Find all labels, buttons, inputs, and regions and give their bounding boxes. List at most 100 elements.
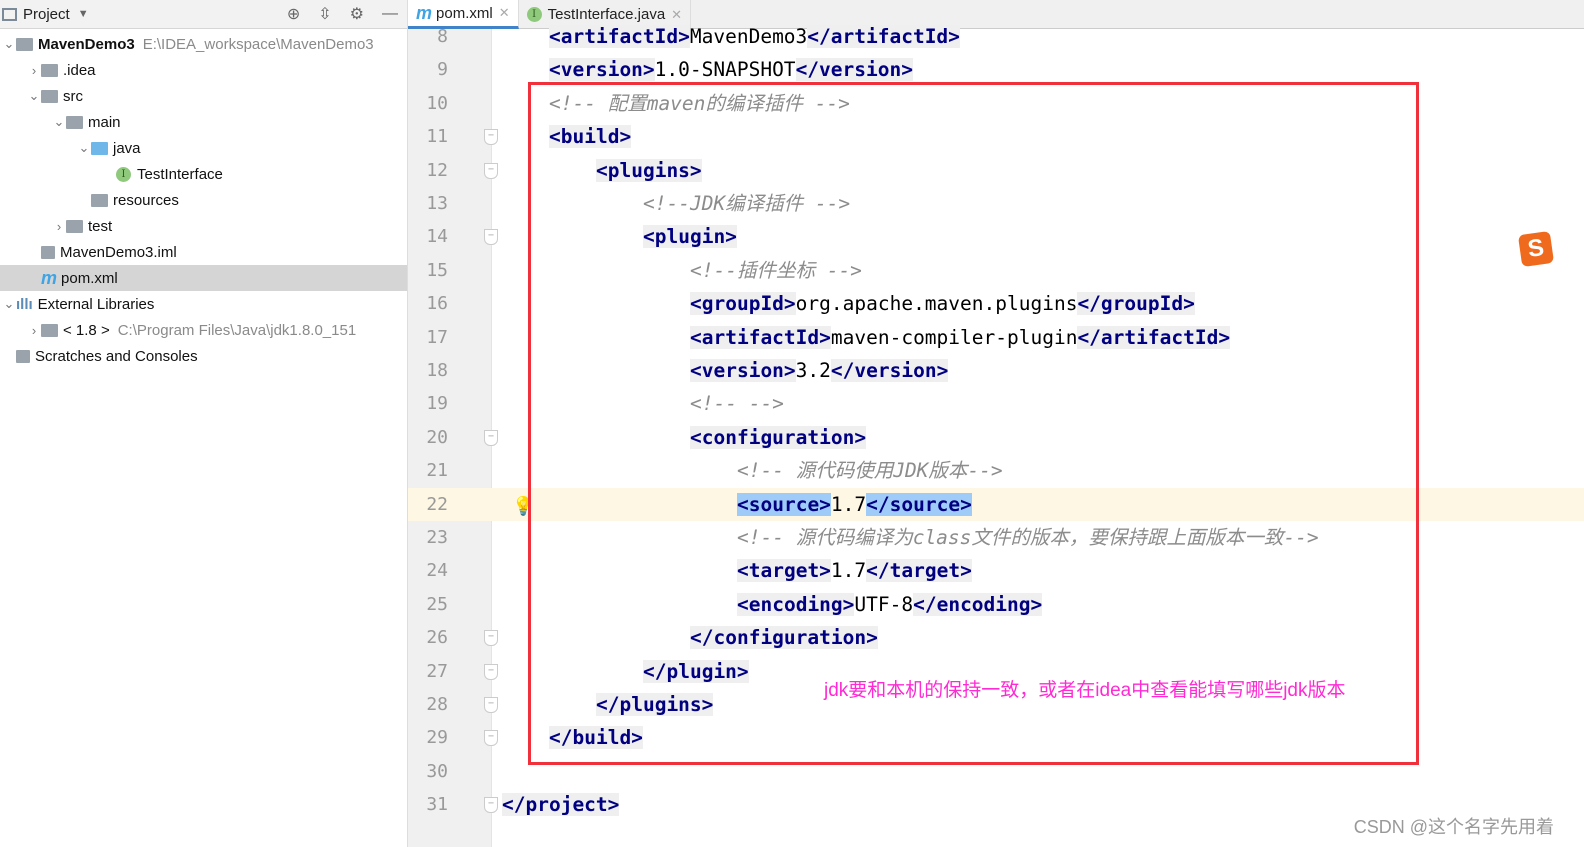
chevron-down-icon[interactable]: ⌄ bbox=[52, 114, 66, 130]
line-number: 11 bbox=[426, 126, 448, 148]
collapse-all-icon[interactable]: ⇳ bbox=[318, 4, 331, 24]
chevron-right-icon[interactable]: › bbox=[52, 219, 66, 234]
maven-icon: m bbox=[41, 267, 58, 288]
tree-item[interactable]: I TestInterface bbox=[0, 161, 407, 187]
folder-icon bbox=[41, 89, 58, 103]
tree-item-label: TestInterface bbox=[137, 165, 223, 183]
xml-tag: <artifactId> bbox=[549, 25, 690, 48]
fold-icon[interactable]: − bbox=[484, 697, 498, 713]
line-number: 15 bbox=[426, 259, 448, 281]
line-number: 12 bbox=[426, 159, 448, 181]
line-number: 9 bbox=[437, 59, 448, 81]
line-number: 14 bbox=[426, 226, 448, 248]
tree-item[interactable]: resources bbox=[0, 187, 407, 213]
code-text: <artifactId>MavenDemo3</artifactId> bbox=[549, 20, 960, 53]
code-text: </project> bbox=[502, 788, 620, 821]
tree-item-label: main bbox=[88, 113, 121, 131]
chevron-down-icon[interactable]: ⌄ bbox=[2, 296, 16, 312]
tree-item[interactable]: ⌄ MavenDemo3 E:\IDEA_workspace\MavenDemo3 bbox=[0, 31, 407, 57]
tree-item-label: java bbox=[113, 139, 141, 157]
fold-icon[interactable]: − bbox=[484, 630, 498, 647]
locate-icon[interactable]: ⊕ bbox=[287, 4, 300, 24]
tab-label: pom.xml bbox=[436, 4, 493, 22]
line-number: 10 bbox=[426, 92, 448, 114]
project-view-icon bbox=[2, 7, 17, 21]
line-number: 29 bbox=[426, 727, 448, 749]
annotation-note: jdk要和本机的保持一致，或者在idea中查看能填写哪些jdk版本 bbox=[824, 680, 1346, 701]
line-number: 25 bbox=[426, 593, 448, 615]
line-number: 31 bbox=[426, 794, 448, 816]
sogou-ime-icon[interactable]: S bbox=[1517, 230, 1555, 268]
tree-item[interactable]: ⌄ java bbox=[0, 135, 407, 161]
tree-item[interactable]: › < 1.8 > C:\Program Files\Java\jdk1.8.0_1… bbox=[0, 317, 407, 343]
minimize-icon[interactable]: — bbox=[382, 5, 398, 23]
module-folder-icon bbox=[16, 37, 33, 51]
folder-icon bbox=[66, 115, 83, 129]
tree-item[interactable]: › .idea bbox=[0, 57, 407, 83]
tree-item-label: < 1.8 > bbox=[63, 321, 110, 339]
tree-item-label: Scratches and Consoles bbox=[35, 347, 198, 365]
folder-icon bbox=[66, 219, 83, 233]
tree-item-label: test bbox=[88, 217, 113, 235]
line-number: 8 bbox=[437, 26, 448, 47]
tree-item-label: src bbox=[63, 87, 83, 105]
tree-item[interactable]: ⌄ ıllı External Libraries bbox=[0, 291, 407, 317]
folder-icon bbox=[41, 63, 58, 77]
line-number: 21 bbox=[426, 460, 448, 482]
xml-tag: </artifactId> bbox=[807, 25, 960, 48]
line-number: 24 bbox=[426, 560, 448, 582]
tree-item-label: pom.xml bbox=[61, 269, 118, 287]
project-panel-header: Project ▼ ⊕ ⇳ ⚙ — bbox=[0, 0, 407, 29]
tree-item[interactable]: MavenDemo3.iml bbox=[0, 239, 407, 265]
gear-icon[interactable]: ⚙ bbox=[350, 4, 364, 24]
fold-icon[interactable]: − bbox=[484, 429, 498, 446]
libraries-icon: ıllı bbox=[16, 295, 33, 313]
tree-item[interactable]: m pom.xml bbox=[0, 265, 407, 291]
line-number: 22 bbox=[426, 493, 448, 515]
xml-tag: </project> bbox=[502, 793, 620, 817]
line-number: 20 bbox=[426, 426, 448, 448]
highlight-box bbox=[528, 82, 1419, 765]
tree-item-path: C:\Program Files\Java\jdk1.8.0_151 bbox=[117, 321, 357, 339]
tree-item[interactable]: ⌄ main bbox=[0, 109, 407, 135]
chevron-right-icon[interactable]: › bbox=[27, 323, 41, 338]
line-number: 30 bbox=[426, 760, 448, 782]
line-number: 19 bbox=[426, 393, 448, 415]
tree-item-label: MavenDemo3.iml bbox=[60, 243, 177, 261]
close-icon[interactable]: ✕ bbox=[499, 5, 510, 21]
tree-item[interactable]: › test bbox=[0, 213, 407, 239]
line-number: 18 bbox=[426, 360, 448, 381]
fold-icon[interactable]: − bbox=[484, 162, 498, 179]
tree-item-path: E:\IDEA_workspace\MavenDemo3 bbox=[142, 35, 374, 53]
xml-value: 1.0-SNAPSHOT bbox=[654, 58, 796, 82]
jdk-icon bbox=[41, 323, 58, 337]
line-number: 16 bbox=[426, 293, 448, 315]
fold-icon[interactable]: − bbox=[484, 129, 498, 146]
chevron-right-icon[interactable]: › bbox=[27, 63, 41, 78]
line-number: 13 bbox=[426, 193, 448, 214]
chevron-down-icon[interactable]: ⌄ bbox=[27, 88, 41, 104]
xml-tag: </version> bbox=[795, 58, 913, 82]
tree-item[interactable]: ⌄ src bbox=[0, 83, 407, 109]
resources-folder-icon bbox=[91, 193, 108, 207]
code-line: 8 <artifactId>MavenDemo3</artifactId> bbox=[408, 20, 1584, 53]
fold-icon[interactable]: − bbox=[484, 797, 498, 814]
fold-icon[interactable]: − bbox=[484, 663, 498, 680]
scratches-icon bbox=[16, 349, 30, 363]
tree-item-label: .idea bbox=[63, 61, 96, 79]
xml-value: MavenDemo3 bbox=[689, 25, 808, 48]
tree-item-label: External Libraries bbox=[37, 295, 155, 313]
chevron-down-icon[interactable]: ⌄ bbox=[2, 36, 16, 52]
project-view-selector[interactable]: Project bbox=[23, 6, 70, 23]
tree-item[interactable]: Scratches and Consoles bbox=[0, 343, 407, 369]
interface-icon: I bbox=[116, 166, 131, 182]
source-folder-icon bbox=[91, 141, 108, 155]
chevron-down-icon[interactable]: ▼ bbox=[78, 8, 89, 20]
line-number: 28 bbox=[426, 694, 448, 715]
fold-icon[interactable]: − bbox=[484, 730, 498, 747]
xml-tag: <version> bbox=[549, 58, 655, 82]
iml-file-icon bbox=[41, 245, 55, 259]
line-number: 17 bbox=[426, 326, 448, 348]
chevron-down-icon[interactable]: ⌄ bbox=[77, 140, 91, 156]
fold-icon[interactable]: − bbox=[484, 229, 498, 246]
